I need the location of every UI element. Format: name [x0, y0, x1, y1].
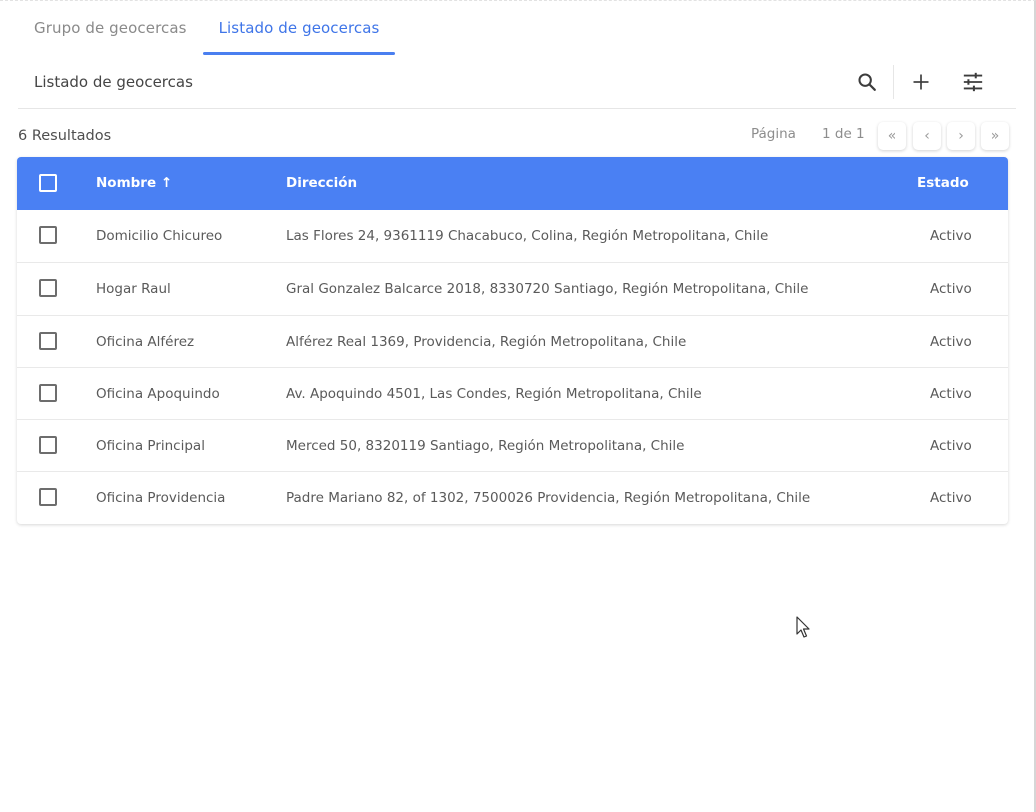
row-checkbox[interactable]	[39, 226, 57, 244]
column-header-state[interactable]: Estado	[917, 175, 969, 191]
cell-name: Oficina Alférez	[96, 333, 195, 350]
previous-page-button[interactable]: ‹	[913, 122, 941, 150]
pager-label: Página	[751, 126, 796, 142]
column-header-address[interactable]: Dirección	[286, 175, 357, 191]
cell-name: Oficina Providencia	[96, 490, 226, 507]
cell-state: Activo	[930, 333, 972, 350]
mouse-pointer-icon	[796, 616, 812, 644]
cell-address: Gral Gonzalez Balcarce 2018, 8330720 San…	[286, 281, 809, 298]
next-page-button[interactable]: ›	[947, 122, 975, 150]
tab-bar: Grupo de geocercas Listado de geocercas	[18, 1, 396, 55]
geofence-table: Nombre ↑ Dirección Estado Domicilio Chic…	[17, 157, 1008, 524]
last-page-button[interactable]: »	[981, 122, 1009, 150]
table-row[interactable]: Oficina Providencia Padre Mariano 82, of…	[17, 471, 1008, 523]
cell-address: Merced 50, 8320119 Santiago, Región Metr…	[286, 438, 685, 455]
table-row[interactable]: Oficina Apoquindo Av. Apoquindo 4501, La…	[17, 366, 1008, 419]
cell-state: Activo	[930, 438, 972, 455]
cell-name: Domicilio Chicureo	[96, 228, 223, 244]
toolbar: Listado de geocercas	[18, 55, 1016, 109]
row-checkbox[interactable]	[39, 436, 57, 455]
row-checkbox[interactable]	[39, 331, 57, 350]
table-header: Nombre ↑ Dirección Estado	[17, 157, 1008, 210]
toolbar-divider	[893, 65, 894, 99]
select-all-checkbox[interactable]	[39, 174, 57, 192]
cell-state: Activo	[930, 281, 972, 298]
table-row[interactable]: Hogar Raul Gral Gonzalez Balcarce 2018, …	[17, 262, 1008, 314]
results-count: 6 Resultados	[18, 128, 112, 144]
column-header-name[interactable]: Nombre ↑	[96, 175, 172, 191]
cell-name: Oficina Apoquindo	[96, 385, 220, 402]
pager-count: 1 de 1	[822, 126, 865, 142]
cell-name: Oficina Principal	[96, 438, 205, 455]
row-checkbox[interactable]	[39, 279, 57, 298]
row-checkbox[interactable]	[39, 488, 57, 507]
tab-listado-de-geocercas[interactable]: Listado de geocercas	[202, 1, 396, 55]
filter-settings-icon[interactable]	[958, 67, 988, 97]
cell-address: Alférez Real 1369, Providencia, Región M…	[286, 333, 687, 350]
row-checkbox[interactable]	[39, 383, 57, 402]
app-frame: Grupo de geocercas Listado de geocercas …	[0, 0, 1036, 812]
page-title: Listado de geocercas	[34, 73, 193, 91]
table-row[interactable]: Oficina Principal Merced 50, 8320119 San…	[17, 419, 1008, 471]
cell-state: Activo	[930, 228, 972, 244]
tab-grupo-de-geocercas[interactable]: Grupo de geocercas	[18, 1, 203, 55]
first-page-button[interactable]: «	[878, 122, 906, 150]
add-icon[interactable]	[906, 67, 936, 97]
table-body: Domicilio Chicureo Las Flores 24, 936111…	[17, 210, 1008, 524]
cell-state: Activo	[930, 490, 972, 507]
cell-address: Las Flores 24, 9361119 Chacabuco, Colina…	[286, 228, 769, 244]
cell-address: Padre Mariano 82, of 1302, 7500026 Provi…	[286, 490, 811, 507]
search-icon[interactable]	[852, 67, 882, 97]
cell-name: Hogar Raul	[96, 281, 171, 298]
cell-state: Activo	[930, 385, 972, 402]
table-row[interactable]: Domicilio Chicureo Las Flores 24, 936111…	[17, 210, 1008, 262]
cell-address: Av. Apoquindo 4501, Las Condes, Región M…	[286, 385, 702, 402]
table-row[interactable]: Oficina Alférez Alférez Real 1369, Provi…	[17, 314, 1008, 367]
